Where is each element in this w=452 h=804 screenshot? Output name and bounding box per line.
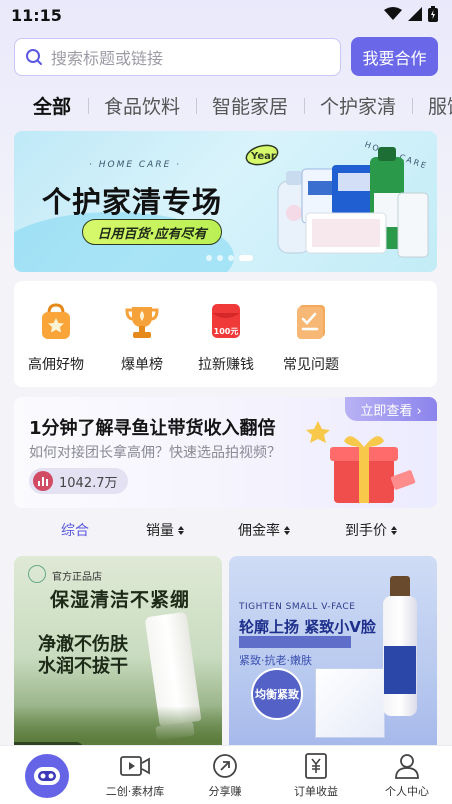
promo-subtitle: 如何对接团长拿高佣？快速选品拍视频？ xyxy=(29,445,281,461)
quick-link-hot-ranking[interactable]: 爆单榜 xyxy=(102,301,182,374)
banner-products-image: Year xyxy=(245,144,429,258)
banner-title: 个护家清专场 xyxy=(42,185,223,219)
product-badge: 均衡紧致 xyxy=(251,668,303,720)
nav-label: 分享赚 xyxy=(208,785,242,798)
sort-label: 到手价 xyxy=(345,523,387,539)
tutorial-promo-card[interactable]: 1分钟了解寻鱼让带货收入翻倍 如何对接团长拿高佣？快速选品拍视频？ 1042.7… xyxy=(14,397,437,508)
chart-bars-icon xyxy=(33,471,53,491)
sort-label: 佣金率 xyxy=(238,523,280,539)
sort-arrows-icon xyxy=(391,525,397,535)
nav-label: 订单收益 xyxy=(294,785,338,798)
nav-home-button[interactable] xyxy=(25,754,69,798)
product-card[interactable]: 官方正品店 保湿清洁不紧绷 净澈不伤肤 水润不拔干 30 xyxy=(14,556,222,756)
battery-icon xyxy=(428,6,438,22)
product-headline: 轮廓上扬 紧致小V脸 xyxy=(239,618,376,636)
tab-divider xyxy=(88,98,89,114)
quick-link-invite-earn[interactable]: 100元 拉新赚钱 xyxy=(186,301,266,374)
wifi-icon xyxy=(384,7,402,20)
quick-link-high-commission[interactable]: 高佣好物 xyxy=(16,301,96,374)
category-tabs: 全部 食品饮料 智能家居 个护家清 服饰 xyxy=(0,92,452,124)
status-bar: 11:15 xyxy=(0,0,452,32)
pager-dot[interactable] xyxy=(228,255,234,261)
view-count: 1042.7万 xyxy=(59,475,118,491)
search-icon xyxy=(26,49,42,65)
tab-personal-care[interactable]: 个护家清 xyxy=(320,92,396,119)
tab-clothing[interactable]: 服饰 xyxy=(428,92,452,119)
tab-all[interactable]: 全部 xyxy=(33,92,71,119)
tab-divider xyxy=(196,98,197,114)
cooperate-button[interactable]: 我要合作 xyxy=(351,37,438,76)
sort-commission-rate[interactable]: 佣金率 xyxy=(238,520,290,540)
sort-final-price[interactable]: 到手价 xyxy=(345,520,397,540)
product-english-title: TIGHTEN SMALL V-FACE xyxy=(239,602,356,612)
nav-materials[interactable]: 二创·素材库 xyxy=(90,752,180,799)
nav-label: 二创·素材库 xyxy=(105,785,165,798)
quick-link-label: 爆单榜 xyxy=(121,357,163,373)
tab-food-drink[interactable]: 食品饮料 xyxy=(104,92,180,119)
status-icons xyxy=(384,6,438,22)
checklist-icon xyxy=(297,305,325,339)
share-arrow-icon xyxy=(213,754,237,778)
nav-label: 个人中心 xyxy=(385,785,429,798)
product-tags: 紧致·抗老·嫩肤 xyxy=(239,654,312,667)
banner-pager xyxy=(206,255,253,261)
sort-label: 销量 xyxy=(146,523,174,539)
sort-sales[interactable]: 销量 xyxy=(146,520,184,540)
sort-arrows-icon xyxy=(178,525,184,535)
store-name: 官方正品店 xyxy=(52,572,102,583)
quick-link-label: 常见问题 xyxy=(283,357,339,373)
red-envelope-badge: 100元 xyxy=(214,327,239,336)
video-icon xyxy=(120,756,150,776)
sort-bar: 综合 销量 佣金率 到手价 xyxy=(0,520,452,544)
view-count-chip: 1042.7万 xyxy=(29,468,128,494)
product-line: 水润不拔干 xyxy=(38,656,128,677)
nav-share-earn[interactable]: 分享赚 xyxy=(180,752,270,799)
banner-kicker: · HOME CARE · xyxy=(89,160,181,170)
pager-dot[interactable] xyxy=(206,255,212,261)
banner-subtitle: 日用百货·应有尽有 xyxy=(82,219,222,245)
pager-dot[interactable] xyxy=(217,255,223,261)
product-card[interactable]: TIGHTEN SMALL V-FACE 轮廓上扬 紧致小V脸 紧致·抗老·嫩肤… xyxy=(229,556,437,756)
person-icon xyxy=(395,754,419,779)
search-placeholder: 搜索标题或链接 xyxy=(51,49,164,68)
pager-dot-active[interactable] xyxy=(239,255,253,261)
quick-link-label: 拉新赚钱 xyxy=(198,357,254,373)
yen-receipt-icon xyxy=(305,753,327,779)
tab-divider xyxy=(304,98,305,114)
banner-badge: Year xyxy=(250,151,276,162)
status-time: 11:15 xyxy=(11,6,62,25)
sort-label: 综合 xyxy=(61,523,89,539)
search-input[interactable]: 搜索标题或链接 xyxy=(14,38,341,76)
sort-overall[interactable]: 综合 xyxy=(61,520,89,540)
bottle-label-image xyxy=(384,646,416,694)
nav-order-earnings[interactable]: 订单收益 xyxy=(271,752,361,799)
product-box-image xyxy=(315,668,385,738)
sort-arrows-icon xyxy=(284,525,290,535)
tab-smart-home[interactable]: 智能家居 xyxy=(212,92,288,119)
shopping-bag-star-icon xyxy=(42,303,70,339)
store-logo xyxy=(28,565,46,583)
red-envelope-icon: 100元 xyxy=(212,304,240,338)
signal-icon xyxy=(408,7,422,21)
tab-divider xyxy=(412,98,413,114)
promo-banner[interactable]: · HOME CARE · 个护家清专场 日用百货·应有尽有 HOME CARE… xyxy=(14,131,437,272)
trophy-icon xyxy=(125,307,159,338)
home-robot-icon xyxy=(34,767,60,785)
gift-box-image xyxy=(306,421,416,503)
product-headline: 保湿清洁不紧绷 xyxy=(50,589,191,611)
quick-link-label: 高佣好物 xyxy=(28,357,84,373)
nav-profile[interactable]: 个人中心 xyxy=(362,752,452,799)
quick-link-faq[interactable]: 常见问题 xyxy=(271,301,351,374)
promo-headline: 1分钟了解寻鱼让带货收入翻倍 xyxy=(29,418,276,439)
product-band xyxy=(239,636,351,648)
quick-links-card: 高佣好物 爆单榜 100元 拉新赚钱 常见问题 xyxy=(14,281,437,387)
